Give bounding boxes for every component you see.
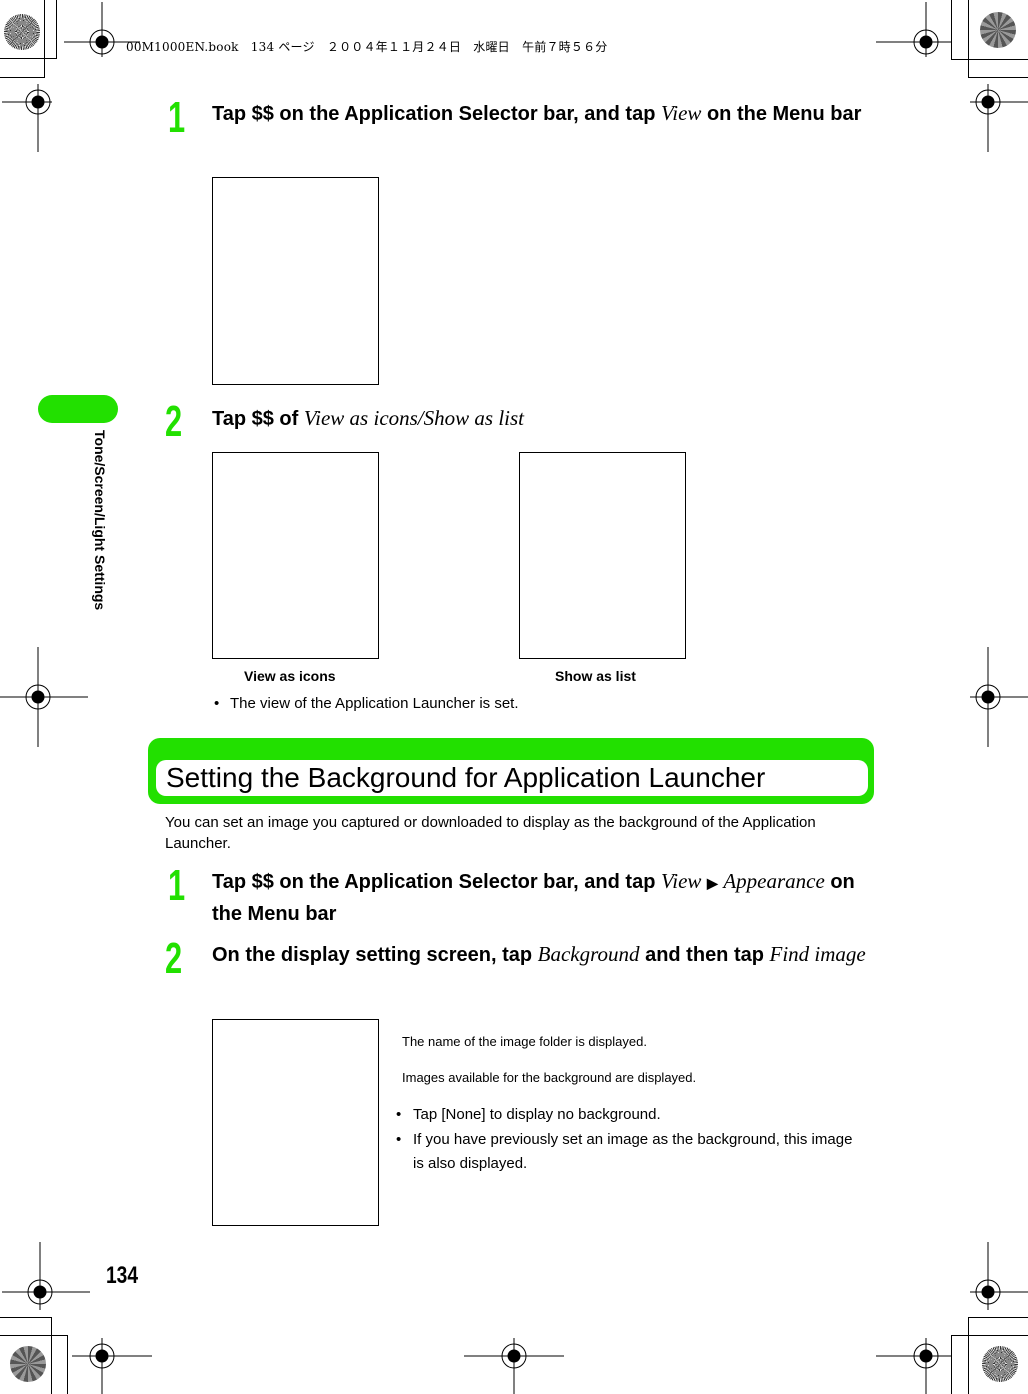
bullet-glyph: • [396,1106,402,1123]
bullet-item: • The view of the Application Launcher is… [214,692,519,716]
bullet-glyph: • [396,1131,402,1148]
section-intro: You can set an image you captured or dow… [165,814,816,852]
callout-note: The name of the image folder is displaye… [402,1034,647,1049]
menu-term: Appearance [723,869,825,893]
screenshot-show-as-list [519,452,686,659]
step-text: Tap $$ of [212,408,304,430]
registration-target [876,2,952,57]
step-number: 2 [165,397,183,446]
registration-target [2,1242,90,1310]
bullet-text: If you have previously set an image as t… [413,1131,853,1172]
caption-show-as-list: Show as list [555,668,636,684]
step-number: 2 [165,934,183,983]
registration-target [970,1242,1028,1310]
bullet-item: • Tap [None] to display no background. [396,1103,866,1127]
step-instruction: Tap $$ on the Application Selector bar, … [212,866,882,930]
bullet-text: The view of the Application Launcher is … [230,695,519,712]
menu-term: View [660,101,702,125]
caption-view-as-icons: View as icons [244,668,336,684]
step-text: on the Menu bar [701,103,862,125]
chapter-tab [38,395,118,423]
section-header: Setting the Background for Application L… [148,738,874,804]
bullet-text: Tap [None] to display no background. [413,1106,661,1123]
step-number: 1 [168,93,186,142]
registration-target [464,1338,564,1394]
print-header: 00M1000EN.book 134 ページ ２００４年１１月２４日 水曜日 午… [126,40,608,54]
step-instruction: Tap $$ on the Application Selector bar, … [212,98,882,130]
step-text: and then tap [639,944,770,966]
menu-term: View as icons/Show as list [303,406,524,430]
page-number: 134 [106,1262,139,1289]
registration-target [876,1338,952,1394]
registration-target [0,647,88,747]
step-number: 1 [168,861,186,910]
bullet-glyph: • [214,695,220,712]
menu-term: Background [537,942,640,966]
arrow-right-icon: ▶ [706,875,718,891]
section-title: Setting the Background for Application L… [166,762,766,793]
screenshot-placeholder [212,1019,379,1226]
step-text: On the display setting screen, tap [212,944,538,966]
registration-target [72,1338,152,1394]
screenshot-placeholder [212,177,379,385]
registration-target [2,84,52,152]
menu-term: Find image [769,942,866,966]
chapter-label: Tone/Screen/Light Settings [92,430,108,611]
bullet-item: • If you have previously set an image as … [396,1128,866,1176]
step-text: Tap $$ on the Application Selector bar, … [212,103,661,125]
section-title-box: Setting the Background for Application L… [156,760,868,796]
step-text: Tap $$ on the Application Selector bar, … [212,871,661,893]
step-instruction: On the display setting screen, tap Backg… [212,939,882,971]
screenshot-view-as-icons [212,452,379,659]
step-instruction: Tap $$ of View as icons/Show as list [212,403,882,435]
registration-target [970,647,1028,747]
callout-note: Images available for the background are … [402,1070,697,1085]
registration-target [970,84,1028,152]
menu-term: View [660,869,702,893]
